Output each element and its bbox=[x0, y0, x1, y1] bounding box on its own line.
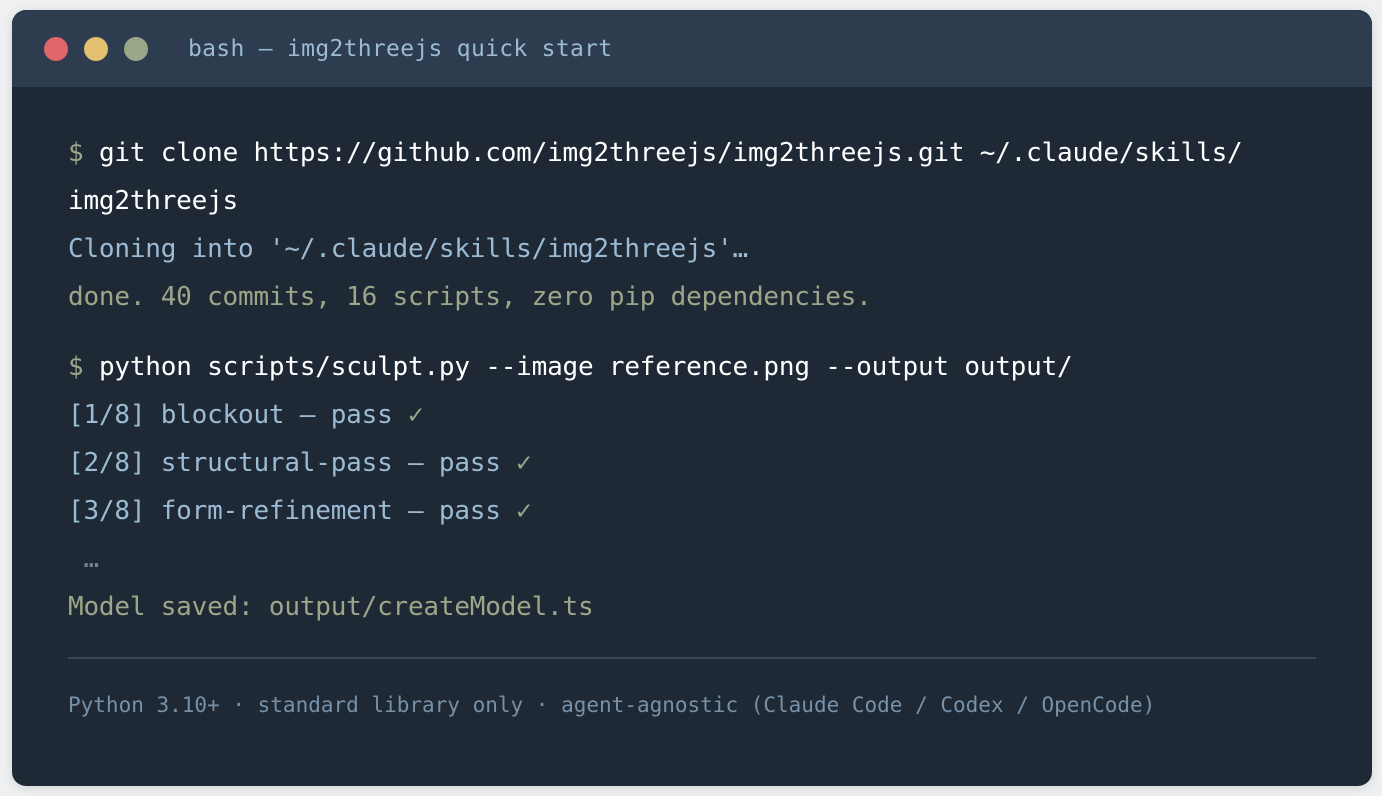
step-text: [2/8] structural-pass — pass bbox=[68, 448, 517, 478]
step-text: [3/8] form-refinement — pass bbox=[68, 496, 517, 526]
step-text: [1/8] blockout — pass bbox=[68, 400, 408, 430]
close-button[interactable] bbox=[44, 36, 68, 61]
check-icon: ✓ bbox=[516, 448, 532, 478]
output-cloning: Cloning into '~/.claude/skills/img2three… bbox=[68, 234, 748, 264]
window-title: bash — img2threejs quick start bbox=[188, 35, 613, 62]
prompt-symbol: $ bbox=[68, 138, 84, 168]
command-line-sculpt: $ python scripts/sculpt.py --image refer… bbox=[68, 343, 1316, 391]
title-bar: bash — img2threejs quick start bbox=[12, 10, 1372, 87]
output-step: [3/8] form-refinement — pass ✓ bbox=[68, 487, 1316, 535]
output-done: done. 40 commits, 16 scripts, zero pip d… bbox=[68, 282, 872, 312]
divider bbox=[68, 657, 1316, 659]
check-icon: ✓ bbox=[407, 400, 424, 430]
command-text: git clone https://github.com/img2threejs… bbox=[98, 138, 1243, 168]
command-line-git-clone: $ git clone https://github.com/img2three… bbox=[68, 129, 1316, 177]
prompt-symbol: $ bbox=[68, 352, 84, 382]
terminal-window: bash — img2threejs quick start $ git clo… bbox=[12, 10, 1372, 786]
footer-note: Python 3.10+ · standard library only · a… bbox=[68, 693, 1156, 717]
command-text: python scripts/sculpt.py --image referen… bbox=[98, 352, 1073, 382]
command-text-continuation: img2threejs bbox=[68, 186, 238, 216]
output-ellipsis: … bbox=[68, 544, 99, 574]
minimize-button[interactable] bbox=[84, 36, 108, 61]
terminal-body: $ git clone https://github.com/img2three… bbox=[12, 87, 1372, 717]
output-step: [1/8] blockout — pass ✓ bbox=[68, 391, 1316, 439]
output-model-saved: Model saved: output/createModel.ts bbox=[68, 592, 594, 622]
maximize-button[interactable] bbox=[124, 36, 148, 61]
check-icon: ✓ bbox=[516, 496, 532, 526]
output-step: [2/8] structural-pass — pass ✓ bbox=[68, 439, 1316, 487]
